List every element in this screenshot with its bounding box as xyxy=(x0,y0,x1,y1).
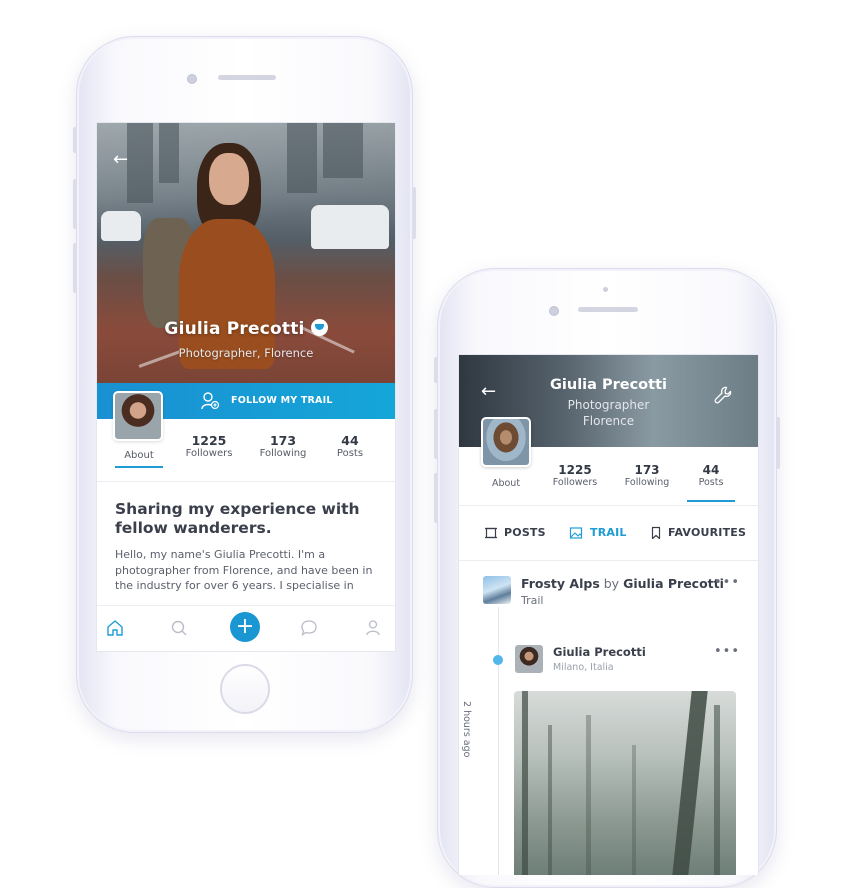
more-options-icon[interactable]: ••• xyxy=(714,644,740,659)
timeline-time: 2 hours ago xyxy=(461,701,472,758)
volume-up-button xyxy=(434,409,438,459)
divider xyxy=(97,481,395,482)
tab-posts[interactable]: 44 Posts xyxy=(323,433,377,459)
filter-posts[interactable]: POSTS xyxy=(504,526,546,539)
earpiece-speaker xyxy=(578,307,638,312)
search-icon[interactable] xyxy=(169,618,189,638)
tab-about[interactable]: About xyxy=(111,450,167,461)
about-headline: Sharing my experience with fellow wander… xyxy=(115,500,360,537)
divider xyxy=(459,560,758,561)
trail-screen: ← Giulia Precotti Photographer Florence … xyxy=(458,354,759,875)
trail-type: Trail xyxy=(521,594,544,607)
posts-icon xyxy=(485,527,497,539)
chat-icon[interactable] xyxy=(299,618,319,638)
timeline-dot xyxy=(493,655,503,665)
home-icon[interactable] xyxy=(105,618,125,638)
volume-down-button xyxy=(434,473,438,523)
add-post-button[interactable]: + xyxy=(230,612,260,642)
phone-profile: ← Giulia Precotti Photographer, Florence… xyxy=(73,36,416,733)
volume-down-button xyxy=(73,243,77,293)
active-tab-indicator xyxy=(687,500,735,502)
tab-posts[interactable]: 44 Posts xyxy=(687,463,735,488)
front-camera xyxy=(549,306,559,316)
post-image[interactable] xyxy=(514,691,736,875)
profile-tabs: About 1225 Followers 173 Following 44 Posts xyxy=(97,433,395,469)
earpiece-speaker xyxy=(218,75,276,80)
back-arrow-icon[interactable]: ← xyxy=(113,151,128,169)
add-user-icon xyxy=(201,392,220,410)
follow-label: FOLLOW MY TRAIL xyxy=(231,395,333,406)
filter-trail[interactable]: TRAIL xyxy=(590,526,627,539)
timeline-line xyxy=(498,607,499,875)
profile-subtitle: Photographer, Florence xyxy=(178,346,314,360)
filter-favourites[interactable]: FAVOURITES xyxy=(668,526,746,539)
home-button xyxy=(220,664,270,714)
cover-photo: ← Giulia Precotti Photographer, Florence xyxy=(97,123,395,383)
profile-subtitle: Photographer Florence xyxy=(567,398,650,428)
about-bio: Hello, my name's Giulia Precotti. I'm a … xyxy=(115,548,373,592)
post-author-avatar[interactable] xyxy=(515,645,543,673)
tab-following[interactable]: 173 Following xyxy=(617,463,677,488)
post-location: Milano, Italia xyxy=(553,662,614,673)
active-tab-indicator xyxy=(115,466,163,468)
mute-switch xyxy=(73,127,77,153)
bookmark-icon xyxy=(651,526,661,540)
proximity-sensor xyxy=(603,287,608,292)
power-button xyxy=(412,187,416,239)
image-icon xyxy=(569,527,583,539)
profile-screen: ← Giulia Precotti Photographer, Florence… xyxy=(96,122,396,652)
verified-badge-icon xyxy=(310,319,328,336)
content-filters: POSTS TRAIL FAVOURITES xyxy=(459,506,758,560)
avatar[interactable] xyxy=(481,417,531,467)
tab-followers[interactable]: 1225 Followers xyxy=(545,463,605,488)
mute-switch xyxy=(434,357,438,383)
volume-up-button xyxy=(73,179,77,229)
front-camera xyxy=(187,74,197,84)
tab-followers[interactable]: 1225 Followers xyxy=(179,433,239,459)
profile-tabs: About 1225 Followers 173 Following 44 Posts xyxy=(459,463,758,502)
bottom-nav: + xyxy=(97,605,395,651)
tab-following[interactable]: 173 Following xyxy=(253,433,313,459)
power-button xyxy=(776,417,780,469)
plus-icon: + xyxy=(235,614,255,639)
more-options-icon[interactable]: ••• xyxy=(714,575,740,590)
profile-name: Giulia Precotti xyxy=(97,319,395,339)
tab-about[interactable]: About xyxy=(481,478,531,489)
trail-thumbnail[interactable] xyxy=(483,576,511,604)
post-author-name[interactable]: Giulia Precotti xyxy=(553,645,646,659)
trail-title[interactable]: Frosty Alps by Giulia Precotti xyxy=(521,576,724,591)
profile-name: Giulia Precotti xyxy=(550,377,667,393)
user-icon[interactable] xyxy=(363,618,383,638)
phone-trail: ← Giulia Precotti Photographer Florence … xyxy=(434,268,780,888)
